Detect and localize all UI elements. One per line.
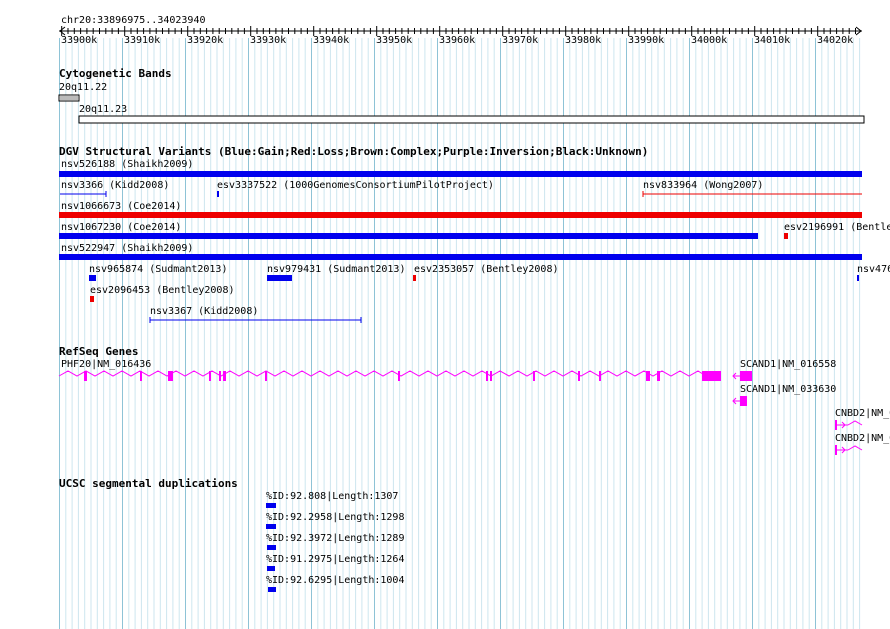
gene-model-scand1-nm016558[interactable] xyxy=(732,371,752,381)
ruler-tick-label: 33910k xyxy=(124,35,161,46)
genome-browser-view: chr20:33896975..34023940 33900k 33910k 339… xyxy=(0,0,890,629)
segdup-label[interactable]: %ID:92.2958|Length:1298 xyxy=(266,512,404,523)
variant-bar-nsv1066673[interactable] xyxy=(59,212,862,218)
variant-bar-nsv522947[interactable] xyxy=(59,254,862,260)
phf20-exon xyxy=(398,371,400,381)
background-grid xyxy=(59,38,861,629)
ruler-tick-label: 33960k xyxy=(439,35,476,46)
phf20-exon xyxy=(599,371,601,381)
cyto-band-label-20q11-23[interactable]: 20q11.23 xyxy=(79,104,127,115)
ruler-tick-label: 33990k xyxy=(628,35,665,46)
segdup-bar[interactable] xyxy=(268,587,276,592)
phf20-exon xyxy=(140,371,142,381)
ruler-tick-label: 33920k xyxy=(187,35,224,46)
track-area-graphics xyxy=(58,26,865,629)
variant-label-esv2353057[interactable]: esv2353057 (Bentley2008) xyxy=(414,264,559,275)
cyto-band-label-20q11-22[interactable]: 20q11.22 xyxy=(59,82,107,93)
variant-label-nsv1066673[interactable]: nsv1066673 (Coe2014) xyxy=(61,201,181,212)
ruler-tick-label: 34010k xyxy=(754,35,791,46)
phf20-intron-line xyxy=(58,370,707,377)
segdup-label[interactable]: %ID:92.3972|Length:1289 xyxy=(266,533,404,544)
variant-bar-nsv1067230[interactable] xyxy=(59,233,758,239)
gene-model-cnbd2-b[interactable] xyxy=(835,445,863,455)
segdup-bar[interactable] xyxy=(266,524,276,529)
variant-label-esv3337522[interactable]: esv3337522 (1000GenomesConsortiumPilotPr… xyxy=(217,180,494,191)
segdup-label[interactable]: %ID:92.808|Length:1307 xyxy=(266,491,398,502)
gene-model-scand1-nm033630[interactable] xyxy=(732,396,747,406)
ruler-tick-label: 33980k xyxy=(565,35,602,46)
phf20-exon xyxy=(702,371,721,381)
ruler-tick-label: 33970k xyxy=(502,35,539,46)
gene-model-cnbd2-a[interactable] xyxy=(835,420,863,430)
variant-label-nsv833964[interactable]: nsv833964 (Wong2007) xyxy=(643,180,763,191)
variant-label-nsv979431[interactable]: nsv979431 (Sudmant2013) xyxy=(267,264,405,275)
cnbd2-exon xyxy=(835,420,837,430)
segdup-bar[interactable] xyxy=(266,503,276,508)
variant-bar-nsv526188[interactable] xyxy=(59,171,862,177)
gene-label-phf20[interactable]: PHF20|NM_016436 xyxy=(61,359,151,370)
variant-label-nsv1067230[interactable]: nsv1067230 (Coe2014) xyxy=(61,222,181,233)
ruler-tick-label: 33900k xyxy=(61,35,98,46)
cyto-band-glyphs[interactable] xyxy=(58,94,865,124)
variant-bar-esv2353057[interactable] xyxy=(413,275,416,281)
variant-label-nsv522947[interactable]: nsv522947 (Shaikh2009) xyxy=(61,243,193,254)
variant-label-nsv526188[interactable]: nsv526188 (Shaikh2009) xyxy=(61,159,193,170)
variant-label-nsv3366[interactable]: nsv3366 (Kidd2008) xyxy=(61,180,169,191)
variant-bar-esv2096453[interactable] xyxy=(90,296,94,302)
segdup-label[interactable]: %ID:91.2975|Length:1264 xyxy=(266,554,404,565)
track-title-cytogenetic-bands: Cytogenetic Bands xyxy=(59,67,172,80)
scand1-exon xyxy=(740,371,752,381)
phf20-exon xyxy=(219,371,221,381)
ruler-location-label: chr20:33896975..34023940 xyxy=(61,15,206,26)
variant-label-esv2196991[interactable]: esv2196991 (Bentle xyxy=(784,222,890,233)
cnbd2-exon xyxy=(835,445,837,455)
segdup-bar[interactable] xyxy=(267,566,275,571)
gene-label-cnbd2-a[interactable]: CNBD2|NM_0 xyxy=(835,408,890,419)
segdup-bar[interactable] xyxy=(267,545,276,550)
gene-label-scand1-nm033630[interactable]: SCAND1|NM_033630 xyxy=(740,384,836,395)
phf20-exon xyxy=(533,371,535,381)
ruler-tick-label: 33940k xyxy=(313,35,350,46)
segdup-label[interactable]: %ID:92.6295|Length:1004 xyxy=(266,575,404,586)
variant-label-esv2096453[interactable]: esv2096453 (Bentley2008) xyxy=(90,285,235,296)
track-title-refseq-genes: RefSeq Genes xyxy=(59,345,139,358)
variant-bar-esv3337522[interactable] xyxy=(217,191,219,197)
phf20-exon xyxy=(209,371,211,381)
variant-bar-esv2196991[interactable] xyxy=(784,233,788,239)
phf20-exon xyxy=(223,371,226,381)
ruler-tick-label: 34000k xyxy=(691,35,728,46)
phf20-exon xyxy=(657,371,660,381)
phf20-exon xyxy=(490,371,492,381)
phf20-exon xyxy=(486,371,488,381)
gene-label-cnbd2-b[interactable]: CNBD2|NM_0 xyxy=(835,433,890,444)
phf20-exon xyxy=(578,371,580,381)
variant-bar-nsv979431[interactable] xyxy=(267,275,292,281)
track-title-dgv: DGV Structural Variants (Blue:Gain;Red:L… xyxy=(59,145,649,158)
track-title-segmental-duplications: UCSC segmental duplications xyxy=(59,477,238,490)
cyto-band-20q11-23[interactable] xyxy=(78,115,865,124)
gene-model-phf20[interactable] xyxy=(58,370,721,381)
variant-label-nsv965874[interactable]: nsv965874 (Sudmant2013) xyxy=(89,264,227,275)
ruler-tick-label: 33950k xyxy=(376,35,413,46)
ruler-tick-label: 33930k xyxy=(250,35,287,46)
variant-label-nsv3367[interactable]: nsv3367 (Kidd2008) xyxy=(150,306,258,317)
phf20-exon xyxy=(265,371,267,381)
phf20-exon xyxy=(646,371,650,381)
gene-label-scand1-nm016558[interactable]: SCAND1|NM_016558 xyxy=(740,359,836,370)
variant-bar-nsv965874[interactable] xyxy=(89,275,96,281)
phf20-exon xyxy=(168,371,173,381)
cyto-band-20q11-22-fill xyxy=(60,96,78,100)
variant-bar-nsv476[interactable] xyxy=(857,275,859,281)
phf20-exon xyxy=(84,371,87,381)
variant-label-nsv476[interactable]: nsv476 xyxy=(857,264,890,275)
ruler-tick-label: 34020k xyxy=(817,35,854,46)
scand1-exon xyxy=(740,396,747,406)
